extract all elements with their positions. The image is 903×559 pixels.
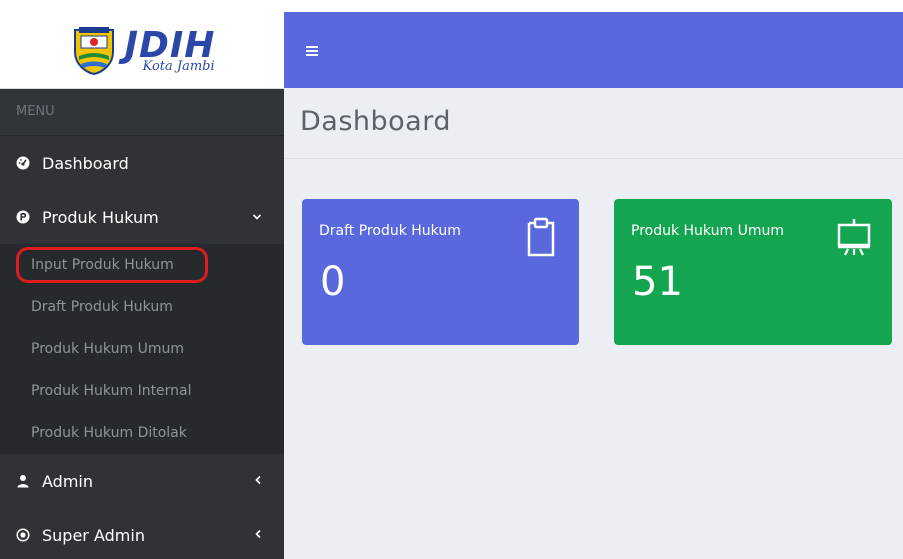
submenu-produk-hukum: Input Produk Hukum Draft Produk Hukum Pr… <box>0 244 284 454</box>
page-header: Dashboard <box>284 88 903 159</box>
chevron-down-icon <box>252 210 262 224</box>
stat-card-draft-produk-hukum[interactable]: Draft Produk Hukum 0 <box>302 199 579 345</box>
card-value: 0 <box>320 259 346 305</box>
top-navbar <box>284 12 903 88</box>
hamburger-menu-icon[interactable] <box>306 46 318 56</box>
presentation-board-icon <box>837 219 871 256</box>
sidebar-item-label: Dashboard <box>42 153 129 173</box>
sidebar-item-label: Admin <box>42 471 93 491</box>
submenu-item-label: Produk Hukum Umum <box>31 341 184 357</box>
submenu-item-input-produk-hukum[interactable]: Input Produk Hukum <box>0 244 284 286</box>
submenu-item-produk-hukum-internal[interactable]: Produk Hukum Internal <box>0 370 284 412</box>
user-icon <box>16 474 30 488</box>
sidebar-item-produk-hukum[interactable]: Produk Hukum <box>0 190 284 244</box>
tachometer-icon <box>16 156 30 170</box>
menu-header: MENU <box>0 89 284 136</box>
sidebar-item-label: Produk Hukum <box>42 207 159 227</box>
sidebar-item-super-admin[interactable]: Super Admin <box>0 508 284 559</box>
brand-text: JDIH Kota Jambi <box>125 27 216 74</box>
sidebar: JDIH Kota Jambi MENU Dashboard Produk Hu… <box>0 12 284 559</box>
brand-subtitle: Kota Jambi <box>142 58 215 74</box>
card-label: Produk Hukum Umum <box>631 223 784 239</box>
sidebar-item-admin[interactable]: Admin <box>0 454 284 508</box>
chevron-left-icon <box>254 528 262 542</box>
submenu-item-produk-hukum-ditolak[interactable]: Produk Hukum Ditolak <box>0 412 284 454</box>
target-icon <box>16 528 30 542</box>
card-label: Draft Produk Hukum <box>319 223 461 239</box>
clipboard-icon <box>527 217 555 257</box>
top-edge <box>0 0 903 12</box>
app-window: JDIH Kota Jambi MENU Dashboard Produk Hu… <box>0 0 903 559</box>
submenu-item-produk-hukum-umum[interactable]: Produk Hukum Umum <box>0 328 284 370</box>
sidebar-item-dashboard[interactable]: Dashboard <box>0 136 284 190</box>
sidebar-item-label: Super Admin <box>42 525 145 545</box>
logo: JDIH Kota Jambi <box>69 24 216 76</box>
chevron-left-icon <box>254 474 262 488</box>
brand-logo[interactable]: JDIH Kota Jambi <box>0 12 284 89</box>
kota-jambi-emblem-icon <box>73 27 114 76</box>
p-circle-icon <box>16 210 30 224</box>
submenu-item-label: Produk Hukum Internal <box>31 383 192 399</box>
submenu-item-label: Draft Produk Hukum <box>31 299 173 315</box>
card-value: 51 <box>632 259 683 305</box>
submenu-item-draft-produk-hukum[interactable]: Draft Produk Hukum <box>0 286 284 328</box>
submenu-item-label: Produk Hukum Ditolak <box>31 425 187 441</box>
page-title: Dashboard <box>300 106 451 137</box>
stat-card-produk-hukum-umum[interactable]: Produk Hukum Umum 51 <box>614 199 892 345</box>
highlight-annotation <box>16 247 208 283</box>
